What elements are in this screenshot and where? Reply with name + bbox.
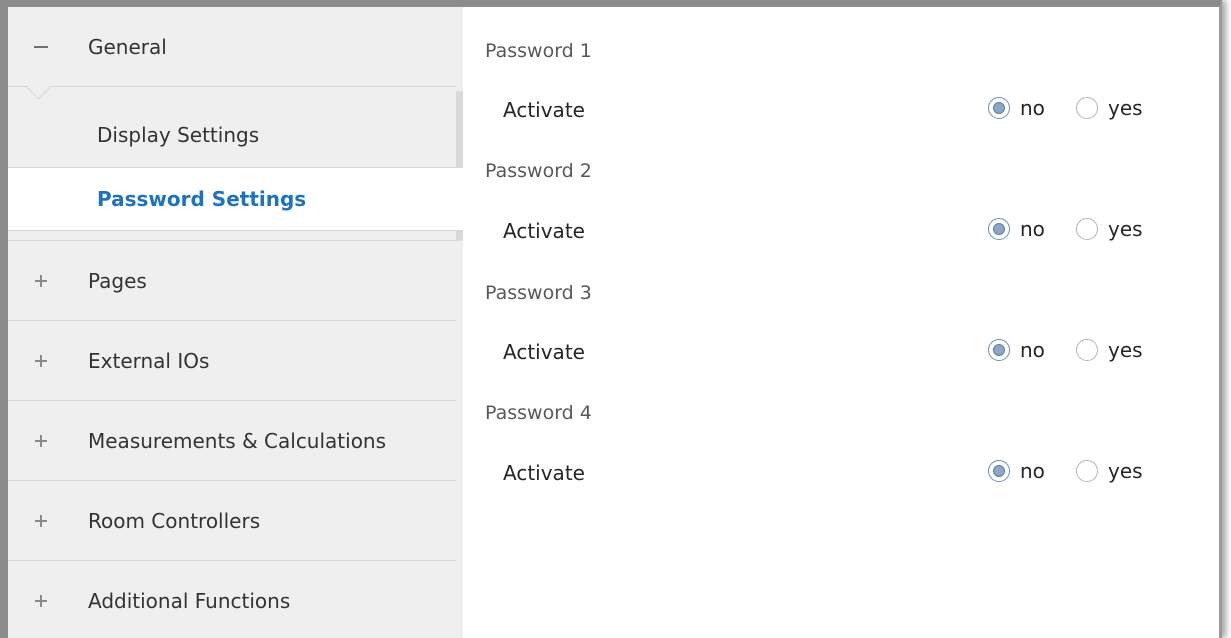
group-title-password-3: Password 3	[485, 282, 592, 304]
activate-label: Activate	[503, 340, 585, 364]
group-title-password-4: Password 4	[485, 402, 592, 424]
group-title-password-1: Password 1	[485, 40, 592, 62]
activate-label: Activate	[503, 461, 585, 485]
radio-label-no: no	[1020, 96, 1045, 120]
sidebar-section-additional-functions[interactable]: Additional Functions	[8, 561, 456, 638]
settings-panel: Password 1 Activate no yes Password 2 Ac…	[463, 7, 1219, 638]
activate-label: Activate	[503, 98, 585, 122]
sidebar-section-label: Additional Functions	[88, 589, 291, 613]
sidebar-section-general[interactable]: General	[8, 7, 456, 87]
radio-label-no: no	[1020, 217, 1045, 241]
sidebar-section-measurements-calculations[interactable]: Measurements & Calculations	[8, 401, 456, 481]
sidebar: General Display Settings Password Settin…	[8, 7, 464, 638]
sidebar-section-room-controllers[interactable]: Room Controllers	[8, 481, 456, 561]
activate-label: Activate	[503, 219, 585, 243]
plus-icon[interactable]	[34, 274, 48, 288]
sidebar-section-label: External IOs	[88, 348, 210, 373]
sidebar-item-display-settings[interactable]: Display Settings	[8, 103, 456, 167]
sidebar-item-label: Password Settings	[97, 187, 307, 211]
sidebar-section-label: Measurements & Calculations	[88, 428, 387, 453]
radio-yes-password-2[interactable]	[1076, 218, 1098, 240]
radio-no-password-3[interactable]	[988, 339, 1010, 361]
radio-label-yes: yes	[1108, 338, 1143, 362]
radio-label-yes: yes	[1108, 459, 1143, 483]
plus-icon[interactable]	[34, 354, 48, 368]
radio-yes-password-4[interactable]	[1076, 460, 1098, 482]
radio-yes-password-3[interactable]	[1076, 339, 1098, 361]
radio-label-yes: yes	[1108, 217, 1143, 241]
group-title-password-2: Password 2	[485, 160, 592, 182]
plus-icon[interactable]	[34, 514, 48, 528]
plus-icon[interactable]	[34, 594, 48, 608]
sidebar-section-pages[interactable]: Pages	[8, 241, 456, 321]
sidebar-item-password-settings[interactable]: Password Settings	[8, 167, 464, 231]
radio-no-password-1[interactable]	[988, 97, 1010, 119]
radio-no-password-4[interactable]	[988, 460, 1010, 482]
sidebar-section-external-ios[interactable]: External IOs	[8, 321, 456, 401]
radio-yes-password-1[interactable]	[1076, 97, 1098, 119]
radio-label-no: no	[1020, 459, 1045, 483]
sidebar-section-label: Pages	[88, 268, 147, 293]
sidebar-item-label: Display Settings	[97, 123, 260, 147]
radio-label-no: no	[1020, 338, 1045, 362]
minus-icon[interactable]	[34, 40, 48, 54]
sidebar-section-label: General	[88, 34, 167, 59]
sidebar-section-label: Room Controllers	[88, 508, 261, 533]
radio-label-yes: yes	[1108, 96, 1143, 120]
window-frame: General Display Settings Password Settin…	[0, 0, 1222, 638]
radio-no-password-2[interactable]	[988, 218, 1010, 240]
plus-icon[interactable]	[34, 434, 48, 448]
